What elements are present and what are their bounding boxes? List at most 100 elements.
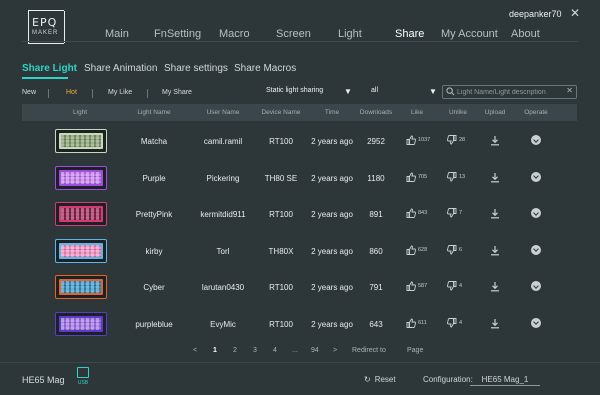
table-row[interactable]: Cyber larutan0430 RT100 2 years ago 791 587 4 xyxy=(22,270,577,306)
operate-dropdown-icon[interactable] xyxy=(531,281,541,291)
chevron-down-icon[interactable]: ▼ xyxy=(344,87,352,96)
user-name: kermitdid911 xyxy=(200,210,246,219)
time: 2 years ago xyxy=(311,283,353,292)
thumbs-up-icon xyxy=(406,208,416,218)
table-row[interactable]: Matcha camil.ramil RT100 2 years ago 2952 103… xyxy=(22,124,577,160)
usb-label: USB xyxy=(77,380,89,386)
username[interactable]: deepanker70 xyxy=(509,9,562,19)
subtab-underline xyxy=(22,77,68,79)
col-upload: Upload xyxy=(484,109,506,116)
page-3[interactable]: 3 xyxy=(253,347,257,354)
page-1[interactable]: 1 xyxy=(213,347,217,354)
light-name: purpleblue xyxy=(135,319,173,329)
filter-new[interactable]: New xyxy=(22,89,36,96)
time: 2 years ago xyxy=(311,246,353,256)
like-button[interactable]: 1037 xyxy=(406,135,430,145)
download-icon[interactable] xyxy=(490,318,500,329)
configuration-select[interactable]: HE65 Mag_1 xyxy=(470,375,540,386)
time: 2 years ago xyxy=(311,173,353,183)
operate-dropdown-icon[interactable] xyxy=(531,208,541,218)
operate-dropdown-icon[interactable] xyxy=(531,135,541,145)
tab-share-macros[interactable]: Share Macros xyxy=(234,63,296,74)
table-row[interactable]: Purple Pickering TH80 SE 2 years ago 1180 705… xyxy=(22,161,577,197)
unlike-count: 28 xyxy=(459,137,466,143)
thumbs-down-icon xyxy=(447,135,457,145)
operate-dropdown-icon[interactable] xyxy=(531,171,541,182)
unlike-button[interactable]: 28 xyxy=(447,135,465,145)
like-count: 1037 xyxy=(418,137,431,143)
like-button[interactable]: 705 xyxy=(406,172,427,182)
light-thumbnail[interactable] xyxy=(55,165,107,190)
light-name: Matcha xyxy=(140,137,168,146)
light-type-select[interactable]: Static light sharing xyxy=(266,87,323,94)
search-input[interactable] xyxy=(457,87,561,97)
thumbs-down-icon xyxy=(447,171,457,181)
light-thumbnail[interactable] xyxy=(55,238,107,263)
page-next[interactable]: > xyxy=(333,347,337,354)
configuration-label: Configuration: xyxy=(423,375,473,384)
unlike-button[interactable]: 6 xyxy=(447,244,463,255)
thumbs-down-icon xyxy=(447,317,457,327)
table-row[interactable]: PrettyPink kermitdid911 RT100 2 years ago 89… xyxy=(22,197,577,233)
clear-search-icon[interactable]: ✕ xyxy=(566,86,573,95)
download-icon[interactable] xyxy=(490,208,500,219)
col-downloads: Downloads xyxy=(359,109,393,116)
page-prev[interactable]: < xyxy=(193,347,197,354)
like-button[interactable]: 628 xyxy=(406,245,427,255)
unlike-button[interactable]: 4 xyxy=(447,281,462,291)
download-icon[interactable] xyxy=(490,172,500,183)
page-label: Page xyxy=(407,347,424,354)
chevron-down-icon[interactable]: ▼ xyxy=(429,87,437,96)
tab-share-light[interactable]: Share Light xyxy=(22,63,77,74)
page-94[interactable]: 94 xyxy=(311,347,319,354)
filter-my-share[interactable]: My Share xyxy=(162,89,192,96)
light-name: Purple xyxy=(142,173,166,183)
page-ellipsis: ... xyxy=(292,347,298,354)
close-icon[interactable]: ✕ xyxy=(570,6,580,20)
col-user-name: User Name xyxy=(206,109,240,116)
reset-label: Reset xyxy=(374,375,396,384)
filter-hot[interactable]: Hot xyxy=(66,89,77,96)
col-device-name: Device Name xyxy=(261,109,301,116)
search-box[interactable]: ✕ xyxy=(442,85,577,99)
user-name: larutan0430 xyxy=(201,283,245,292)
unlike-button[interactable]: 4 xyxy=(447,317,462,328)
like-button[interactable]: 843 xyxy=(406,208,427,218)
filter-my-like[interactable]: My Like xyxy=(108,89,132,96)
reset-button[interactable]: ↻ Reset xyxy=(364,375,396,384)
thumbs-down-icon xyxy=(447,281,457,291)
light-thumbnail[interactable] xyxy=(55,129,107,153)
light-thumbnail[interactable] xyxy=(55,311,107,336)
like-count: 628 xyxy=(418,246,428,253)
like-button[interactable]: 611 xyxy=(406,318,427,328)
table-row[interactable]: purpleblue EvyMic RT100 2 years ago 643 611 4 xyxy=(22,307,577,343)
like-button[interactable]: 587 xyxy=(406,281,427,291)
light-thumbnail[interactable] xyxy=(55,275,107,299)
unlike-button[interactable]: 13 xyxy=(447,171,465,182)
time: 2 years ago xyxy=(311,210,353,219)
download-icon[interactable] xyxy=(490,245,500,256)
operate-dropdown-icon[interactable] xyxy=(531,244,541,255)
page-4[interactable]: 4 xyxy=(273,347,277,354)
page-2[interactable]: 2 xyxy=(233,347,237,354)
col-time: Time xyxy=(324,109,340,116)
download-icon[interactable] xyxy=(490,135,500,146)
downloads: 860 xyxy=(369,246,383,256)
downloads: 643 xyxy=(369,319,383,329)
unlike-button[interactable]: 7 xyxy=(447,208,462,218)
device-name: RT100 xyxy=(269,319,293,329)
like-count: 611 xyxy=(418,319,427,326)
download-icon[interactable] xyxy=(490,281,500,292)
redirect-label: Redirect to xyxy=(352,347,386,354)
tab-share-settings[interactable]: Share settings xyxy=(164,63,228,74)
scope-select[interactable]: all xyxy=(371,87,378,94)
thumbs-up-icon xyxy=(406,172,416,182)
light-name: kirby xyxy=(145,246,163,256)
table-row[interactable]: kirby Torl TH80X 2 years ago 860 628 6 xyxy=(22,234,577,270)
operate-dropdown-icon[interactable] xyxy=(531,317,541,328)
light-thumbnail[interactable] xyxy=(55,202,107,226)
unlike-count: 6 xyxy=(459,246,463,253)
tab-share-animation[interactable]: Share Animation xyxy=(84,63,157,74)
col-light: Light xyxy=(72,109,88,116)
device-name: RT100 xyxy=(269,283,293,292)
